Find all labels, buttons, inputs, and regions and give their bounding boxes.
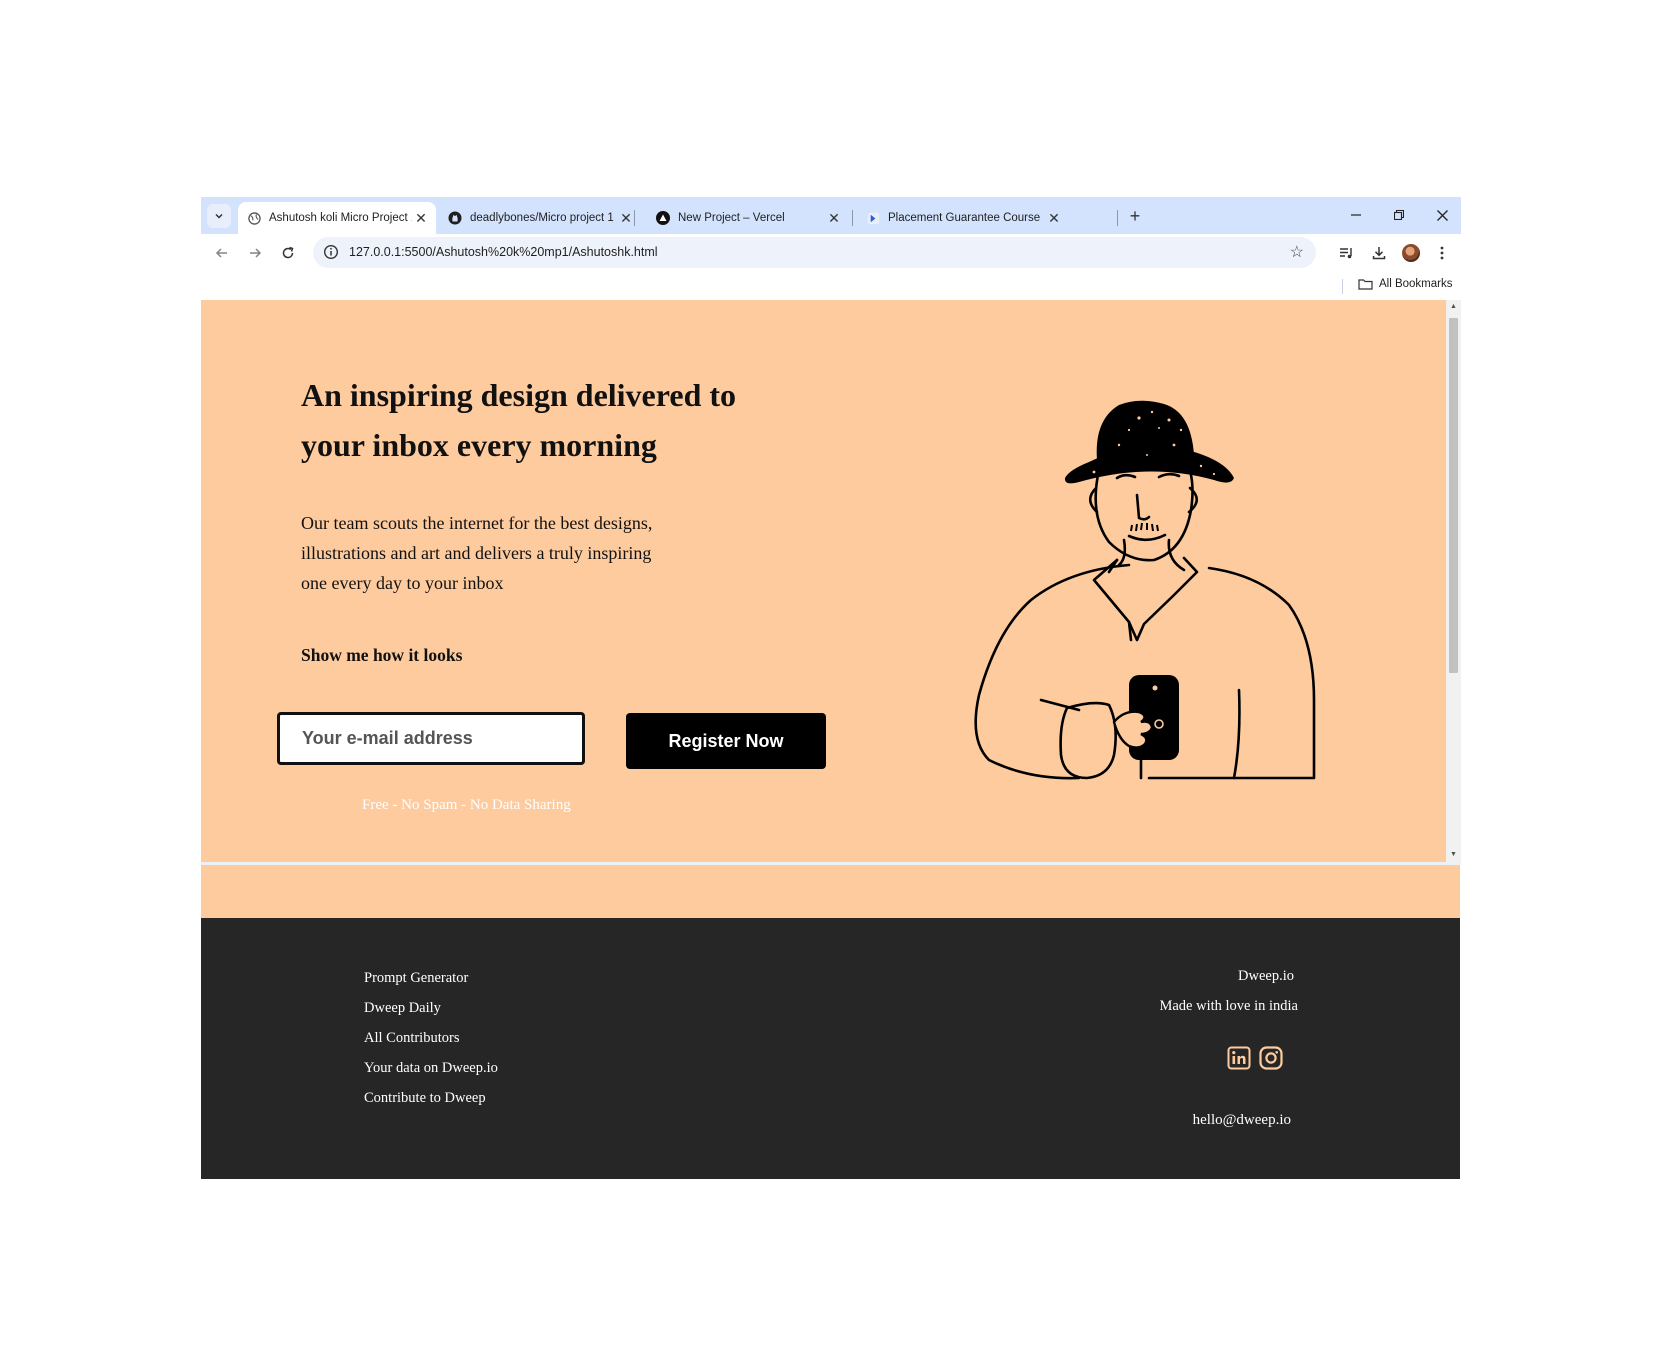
close-window-button[interactable] [1428,204,1456,226]
instagram-icon[interactable] [1259,1046,1283,1070]
download-icon [1372,247,1386,260]
browser-window: Ashutosh koli Micro Project 1 ✕ deadlybo… [201,197,1461,1179]
footer-links: Prompt Generator Dweep Daily All Contrib… [364,968,498,1118]
footer-tagline: Made with love in india [1159,998,1298,1014]
back-arrow-icon [215,248,227,258]
reload-icon [282,246,294,259]
peach-strip [201,865,1460,918]
media-playlist-icon [1340,248,1352,259]
tab-search-button[interactable] [207,204,231,228]
social-links [1227,1046,1283,1070]
bookmark-star-icon[interactable]: ☆ [1290,242,1304,262]
new-tab-button[interactable]: + [1125,206,1145,227]
downloads-button[interactable] [1369,243,1389,263]
man-with-phone-illustration [974,400,1316,780]
footer-link-prompt-generator[interactable]: Prompt Generator [364,968,498,998]
footer-link-contribute[interactable]: Contribute to Dweep [364,1088,498,1118]
all-bookmarks-button[interactable]: All Bookmarks [1358,278,1453,290]
bookmarks-bar: All Bookmarks [201,272,1461,300]
footer-brand: Dweep.io [1238,968,1294,984]
url-text: 127.0.0.1:5500/Ashutosh%20k%20mp1/Ashuto… [349,245,658,259]
close-tab-icon[interactable]: ✕ [617,210,635,227]
hero-description: Our team scouts the internet for the bes… [301,513,653,593]
email-input[interactable] [277,712,585,765]
linkedin-icon[interactable] [1227,1046,1251,1070]
fine-print: Free - No Spam - No Data Sharing [362,797,571,813]
back-button[interactable] [211,242,233,264]
reload-button[interactable] [277,242,299,264]
site-info-icon[interactable] [323,244,339,260]
menu-button[interactable] [1432,243,1452,263]
register-now-button[interactable]: Register Now [626,713,826,769]
course-icon [866,211,880,225]
tab-vercel[interactable]: New Project – Vercel ✕ [647,202,849,234]
footer-link-dweep-daily[interactable]: Dweep Daily [364,998,498,1028]
forward-arrow-icon [250,248,262,258]
tab-strip: Ashutosh koli Micro Project 1 ✕ deadlybo… [201,197,1461,234]
all-bookmarks-label: All Bookmarks [1379,278,1453,290]
scroll-up-arrow-icon[interactable]: ▲ [1446,300,1461,314]
folder-icon [1358,279,1373,290]
profile-button[interactable] [1401,243,1421,263]
hero-section: An inspiring design delivered to your in… [201,300,1461,862]
footer-link-your-data[interactable]: Your data on Dweep.io [364,1058,498,1088]
media-controls-button[interactable] [1337,243,1357,263]
tab-github-repo[interactable]: deadlybones/Micro project 1 ✕ [439,202,641,234]
globe-icon [247,211,261,225]
restore-button[interactable] [1385,204,1413,226]
show-me-link[interactable]: Show me how it looks [301,645,462,666]
minimize-icon [1351,214,1361,216]
scroll-down-arrow-icon[interactable]: ▼ [1446,848,1461,862]
avatar [1402,244,1420,262]
tab-placement-course[interactable]: Placement Guarantee Course ✕ [857,202,1069,234]
tab-title: New Project – Vercel [678,212,785,224]
forward-button[interactable] [244,242,266,264]
close-icon [1436,209,1448,221]
vercel-icon [656,211,670,225]
footer-email-link[interactable]: hello@dweep.io [1193,1112,1291,1129]
scrollbar-thumb[interactable] [1449,318,1458,673]
restore-icon [1394,210,1404,220]
github-icon [448,211,462,225]
close-tab-icon[interactable]: ✕ [412,210,430,227]
tab-title: Placement Guarantee Course [888,212,1041,224]
close-tab-icon[interactable]: ✕ [825,210,843,227]
tab-ashutosh-project[interactable]: Ashutosh koli Micro Project 1 ✕ [238,202,436,234]
chevron-down-icon [215,213,223,219]
footer: Prompt Generator Dweep Daily All Contrib… [201,918,1460,1179]
page-scrollbar[interactable]: ▲ ▼ [1446,300,1461,862]
close-tab-icon[interactable]: ✕ [1045,210,1063,227]
footer-link-all-contributors[interactable]: All Contributors [364,1028,498,1058]
browser-toolbar: 127.0.0.1:5500/Ashutosh%20k%20mp1/Ashuto… [201,234,1461,272]
tab-title: deadlybones/Micro project 1 [470,212,614,224]
minimize-button[interactable] [1342,204,1370,226]
hero-title: An inspiring design delivered to your in… [301,377,737,463]
kebab-menu-icon [1440,246,1444,260]
address-bar[interactable]: 127.0.0.1:5500/Ashutosh%20k%20mp1/Ashuto… [313,237,1316,268]
tab-title: Ashutosh koli Micro Project 1 [269,212,412,224]
